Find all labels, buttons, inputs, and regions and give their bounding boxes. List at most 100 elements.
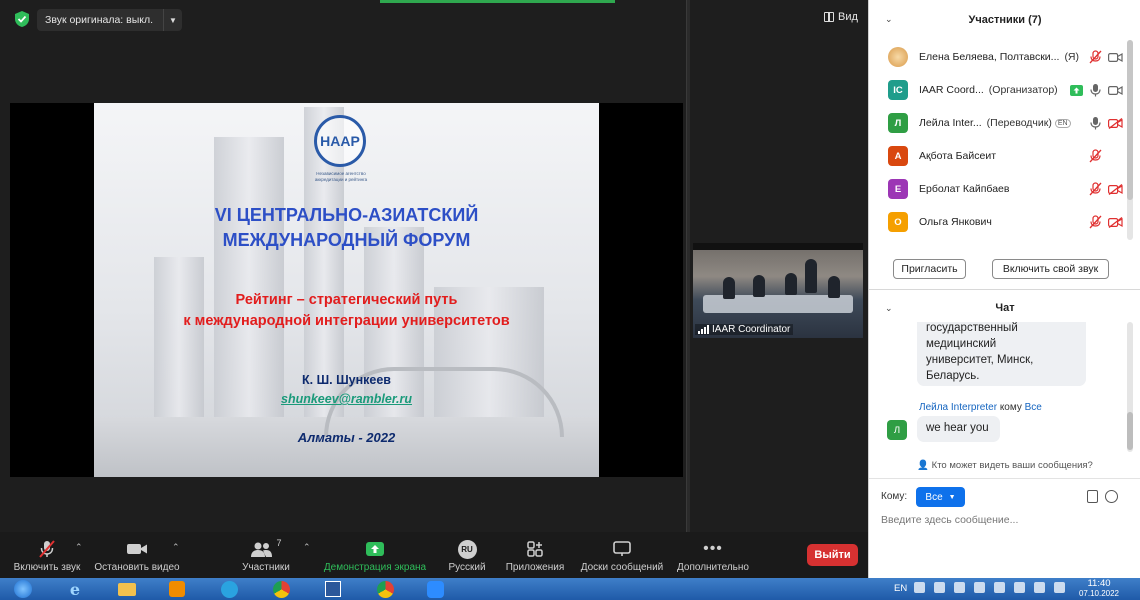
view-layout-icon <box>824 12 834 22</box>
mic-muted-icon[interactable] <box>1089 149 1102 163</box>
stop-video-button[interactable]: Остановить видео <box>94 538 180 576</box>
avatar: Е <box>888 179 908 199</box>
slide-subtitle: Рейтинг – стратегический путь к междунар… <box>183 292 510 329</box>
avatar: О <box>888 212 908 232</box>
windows-taskbar: e EN 11:40 07.10.2022 <box>0 578 1140 600</box>
share-screen-button[interactable]: Демонстрация экрана <box>324 538 426 576</box>
file-icon[interactable] <box>1087 490 1098 503</box>
avatar <box>888 47 908 67</box>
participant-video-tile[interactable]: IAAR Coordinator <box>693 243 863 338</box>
unmute-me-button[interactable]: Включить свой звук <box>992 259 1109 279</box>
network-icon[interactable] <box>914 582 925 593</box>
shared-screen[interactable]: НААР Независимое агентство аккредитации … <box>10 103 683 477</box>
taskbar-zoom[interactable] <box>418 579 452 599</box>
input-language[interactable]: EN <box>894 583 907 594</box>
participants-icon <box>251 542 273 557</box>
participant-role: (Организатор) <box>988 84 1058 96</box>
view-label: Вид <box>838 11 858 23</box>
interpretation-button[interactable]: RU Русский <box>444 538 490 576</box>
notification-icon[interactable] <box>1034 582 1045 593</box>
participant-name: Ақбота Байсеит <box>919 150 997 162</box>
chevron-down-icon: ▼ <box>948 493 956 501</box>
who-can-see-messages-link[interactable]: 👤 Кто может видеть ваши сообщения? <box>869 460 1140 471</box>
avatar: Л <box>887 420 907 440</box>
flag-icon[interactable] <box>934 582 945 593</box>
flag-alert-icon[interactable] <box>1014 582 1025 593</box>
participants-scrollbar[interactable] <box>1127 40 1133 240</box>
encryption-shield-icon[interactable] <box>14 10 30 28</box>
chevron-down-icon[interactable]: ▼ <box>164 16 182 25</box>
taskbar-chrome-2[interactable] <box>368 579 402 599</box>
view-button[interactable]: Вид <box>824 11 858 23</box>
chat-message-input[interactable] <box>881 511 1121 529</box>
system-clock[interactable]: 11:40 07.10.2022 <box>1074 579 1124 599</box>
avatar: Л <box>888 113 908 133</box>
chat-scrollbar[interactable] <box>1127 322 1133 452</box>
participant-row[interactable]: IC IAAR Coord... (Организатор) <box>869 76 1125 104</box>
word-icon <box>325 581 341 597</box>
invite-button[interactable]: Пригласить <box>893 259 966 279</box>
unmute-button[interactable]: Включить звук <box>12 538 82 576</box>
mic-muted-icon[interactable] <box>1089 50 1102 64</box>
interpreter-language-badge: EN <box>1054 118 1071 128</box>
share-screen-icon <box>366 542 384 556</box>
chat-recipient-dropdown[interactable]: Все ▼ <box>916 487 965 507</box>
volume-icon[interactable] <box>994 582 1005 593</box>
video-off-icon[interactable] <box>1108 117 1123 129</box>
avatar: А <box>888 146 908 166</box>
chat-sender[interactable]: Лейла Interpreter <box>919 402 997 413</box>
whiteboards-button[interactable]: Доски сообщений <box>578 538 666 576</box>
mic-icon[interactable] <box>1089 116 1102 130</box>
participant-row[interactable]: Елена Беляева, Полтавски... (Я) <box>869 43 1125 71</box>
participant-name: Ольга Янкович <box>919 216 992 228</box>
display-icon[interactable] <box>1054 582 1065 593</box>
apps-icon <box>527 541 543 557</box>
video-options-chevron-icon[interactable]: ⌃ <box>172 542 180 553</box>
participant-row[interactable]: Л Лейла Inter... (Переводчик) EN <box>869 109 1125 137</box>
slide-author: К. Ш. Шункеев <box>302 373 391 387</box>
video-off-icon[interactable] <box>1108 183 1123 195</box>
participant-row[interactable]: О Ольга Янкович <box>869 208 1125 236</box>
presentation-slide: НААР Независимое агентство аккредитации … <box>94 103 599 477</box>
participant-role: (Я) <box>1064 51 1080 63</box>
more-dots-icon: ••• <box>703 540 723 557</box>
start-button[interactable] <box>6 579 40 599</box>
taskbar-media[interactable] <box>160 579 194 599</box>
person-icon: 👤 <box>917 460 930 471</box>
apps-button[interactable]: Приложения <box>503 538 567 576</box>
participant-row[interactable]: А Ақбота Байсеит <box>869 142 1125 170</box>
side-panel: ⌄ Участники (7) Елена Беляева, Полтавски… <box>868 0 1140 578</box>
audio-options-chevron-icon[interactable]: ⌃ <box>75 542 83 553</box>
taskbar-explorer[interactable] <box>110 579 144 599</box>
mic-muted-icon[interactable] <box>1089 215 1102 229</box>
participant-row[interactable]: Е Ерболат Кайпбаев <box>869 175 1125 203</box>
taskbar-chrome-1[interactable] <box>264 579 298 599</box>
leave-meeting-button[interactable]: Выйти <box>807 544 858 566</box>
media-player-icon <box>169 581 185 597</box>
participants-button[interactable]: 7 Участники <box>238 538 294 576</box>
battery-icon[interactable] <box>974 582 985 593</box>
meeting-toolbar: Включить звук ⌃ Остановить видео ⌃ 7 Уча… <box>0 532 868 578</box>
panel-splitter[interactable] <box>686 0 690 532</box>
mic-muted-icon <box>39 540 55 558</box>
video-camera-icon[interactable] <box>1108 52 1123 63</box>
sound-icon[interactable] <box>954 582 965 593</box>
slide-logo-caption: Независимое агентство аккредитации и рей… <box>314 171 368 182</box>
taskbar-ie[interactable]: e <box>58 579 92 599</box>
slide-city-year: Алматы - 2022 <box>297 430 396 445</box>
original-sound-toggle[interactable]: Звук оригинала: выкл. ▼ <box>37 9 183 31</box>
taskbar-telegram[interactable] <box>212 579 246 599</box>
taskbar-word[interactable] <box>316 579 350 599</box>
mic-muted-icon[interactable] <box>1089 182 1102 196</box>
whiteboard-icon <box>613 541 631 556</box>
mic-icon[interactable] <box>1089 83 1102 97</box>
more-button[interactable]: ••• Дополнительно <box>676 538 750 576</box>
screen-sharing-icon <box>1070 84 1083 96</box>
chat-header: Чат <box>995 302 1015 314</box>
more-options-icon[interactable] <box>1105 490 1118 503</box>
video-off-icon[interactable] <box>1108 216 1123 228</box>
participants-options-chevron-icon[interactable]: ⌃ <box>303 542 311 553</box>
avatar: IC <box>888 80 908 100</box>
participant-name: Ерболат Кайпбаев <box>919 183 1010 195</box>
video-camera-icon[interactable] <box>1108 85 1123 96</box>
